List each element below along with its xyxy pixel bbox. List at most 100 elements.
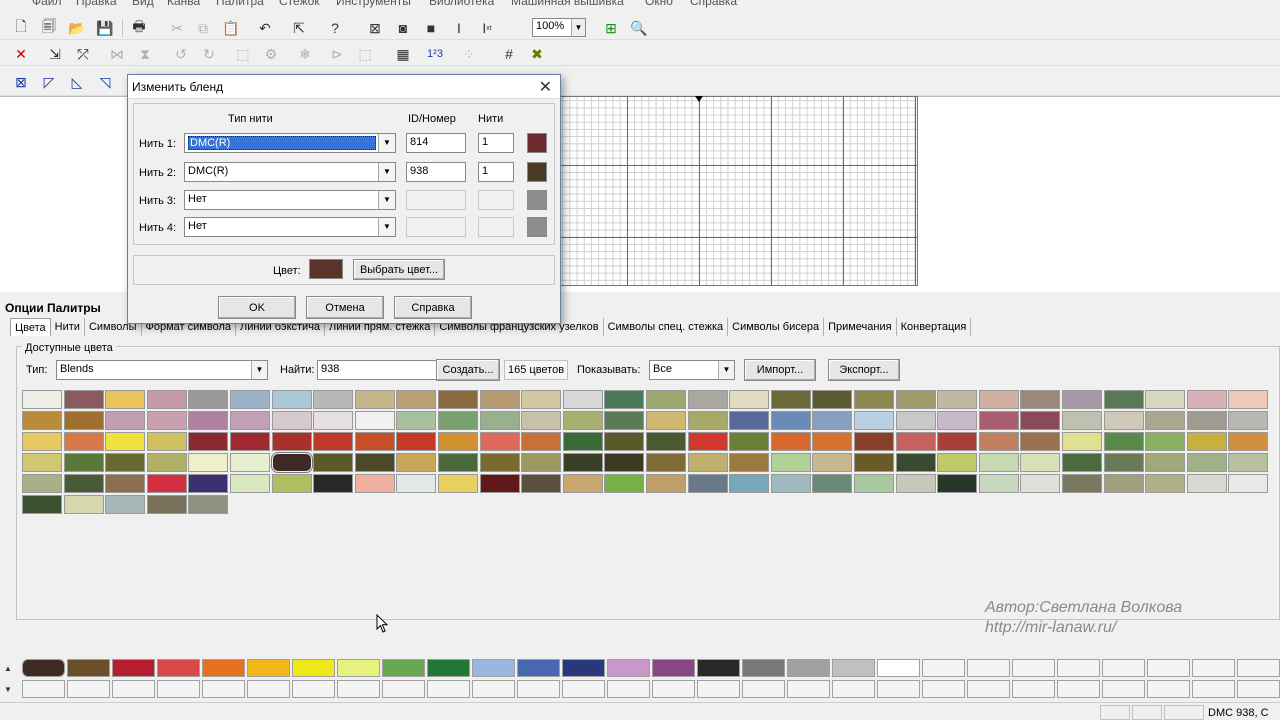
color-swatch[interactable] xyxy=(1186,453,1227,472)
palette-empty-cell[interactable] xyxy=(1102,680,1145,698)
color-swatch[interactable] xyxy=(63,432,104,451)
color-swatch[interactable] xyxy=(1186,474,1227,493)
palette-color-cell[interactable] xyxy=(427,659,470,677)
palette-color-cell[interactable] xyxy=(517,659,560,677)
scroll-down-icon[interactable]: ▼ xyxy=(2,680,14,699)
color-swatch[interactable] xyxy=(729,474,770,493)
color-swatch[interactable] xyxy=(937,411,978,430)
settings-icon[interactable]: ⚙ xyxy=(260,44,282,64)
palette-empty-cell[interactable] xyxy=(922,659,965,677)
color-swatch[interactable] xyxy=(1062,474,1102,493)
numbering-icon[interactable]: 1²3 xyxy=(424,44,446,64)
palette-color-cell[interactable] xyxy=(877,659,920,677)
palette-color-cell[interactable] xyxy=(832,659,875,677)
thread-strands-input[interactable] xyxy=(478,217,514,237)
color-swatch[interactable] xyxy=(895,411,936,430)
zoom-select[interactable]: 100% ▼ xyxy=(532,18,586,37)
color-swatch[interactable] xyxy=(63,390,104,409)
copy-icon[interactable]: ⧉ xyxy=(192,18,214,38)
color-swatch[interactable] xyxy=(854,474,894,493)
palette-color-cell[interactable] xyxy=(292,659,335,677)
color-swatch[interactable] xyxy=(63,495,104,514)
help-icon[interactable]: ? xyxy=(324,18,346,38)
palette-empty-cell[interactable] xyxy=(22,680,65,698)
color-swatch[interactable] xyxy=(854,390,894,409)
palette-empty-cell[interactable] xyxy=(517,680,560,698)
color-swatch[interactable] xyxy=(22,453,62,472)
selected-color-swatch[interactable] xyxy=(271,453,312,472)
menu-item[interactable]: Правка xyxy=(76,0,117,8)
paste-icon[interactable]: 📋 xyxy=(220,18,242,38)
color-swatch[interactable] xyxy=(1020,390,1061,409)
palette-empty-cell[interactable] xyxy=(427,680,470,698)
color-swatch[interactable] xyxy=(438,474,478,493)
color-swatch[interactable] xyxy=(230,453,270,472)
palette-empty-cell[interactable] xyxy=(877,680,920,698)
color-swatch[interactable] xyxy=(438,390,478,409)
tab-7[interactable]: Символы спец. стежка xyxy=(604,318,729,336)
fit-page-icon[interactable]: ⊞ xyxy=(600,18,622,38)
color-swatch[interactable] xyxy=(479,411,520,430)
palette-empty-cell[interactable] xyxy=(562,680,605,698)
palette-empty-cell[interactable] xyxy=(1012,680,1055,698)
color-swatch[interactable] xyxy=(770,390,811,409)
color-swatch[interactable] xyxy=(396,432,437,451)
color-swatch[interactable] xyxy=(521,390,562,409)
color-swatch[interactable] xyxy=(354,432,395,451)
color-swatch[interactable] xyxy=(604,474,645,493)
color-swatch[interactable] xyxy=(1228,453,1269,472)
menu-item[interactable]: Машинная вышивка xyxy=(511,0,624,8)
color-swatch[interactable] xyxy=(1145,390,1186,409)
color-swatch[interactable] xyxy=(313,453,354,472)
chevron-down-icon[interactable]: ▼ xyxy=(718,361,734,379)
zoom-icon[interactable]: 🔍 xyxy=(628,18,650,38)
close-icon[interactable]: ✕ xyxy=(539,77,552,97)
color-swatch[interactable] xyxy=(146,411,187,430)
color-swatch[interactable] xyxy=(646,390,686,409)
cut-icon[interactable]: ✂ xyxy=(166,18,188,38)
palette-empty-cell[interactable] xyxy=(1192,680,1235,698)
select-color-icon[interactable]: ⇲ xyxy=(44,44,66,64)
color-swatch[interactable] xyxy=(1103,390,1144,409)
color-swatch[interactable] xyxy=(438,411,478,430)
color-swatch[interactable] xyxy=(562,432,603,451)
palette-empty-cell[interactable] xyxy=(967,659,1010,677)
type-select[interactable]: Blends ▼ xyxy=(56,360,268,380)
delete-icon[interactable]: ✕ xyxy=(10,44,32,64)
palette-empty-cell[interactable] xyxy=(742,680,785,698)
color-swatch[interactable] xyxy=(438,432,478,451)
color-swatch[interactable] xyxy=(479,390,520,409)
palette-color-cell[interactable] xyxy=(787,659,830,677)
palette-color-cell[interactable] xyxy=(607,659,650,677)
palette-empty-cell[interactable] xyxy=(202,680,245,698)
chevron-down-icon[interactable]: ▼ xyxy=(378,191,395,209)
color-swatch[interactable] xyxy=(105,474,146,493)
color-swatch[interactable] xyxy=(687,474,728,493)
export-image-icon[interactable]: ⇱ xyxy=(288,18,310,38)
color-swatch[interactable] xyxy=(271,432,312,451)
color-swatch[interactable] xyxy=(770,411,811,430)
grid-icon[interactable]: # xyxy=(498,44,520,64)
quarter-stitch-icon[interactable]: ◺ xyxy=(66,72,88,92)
palette-empty-cell[interactable] xyxy=(247,680,290,698)
color-swatch[interactable] xyxy=(1186,432,1227,451)
palette-color-cell[interactable] xyxy=(562,659,605,677)
color-swatch[interactable] xyxy=(146,474,187,493)
flip-icon[interactable]: ⊳ xyxy=(326,44,348,64)
color-swatch[interactable] xyxy=(812,411,853,430)
color-swatch[interactable] xyxy=(812,474,853,493)
color-swatch[interactable] xyxy=(1145,453,1186,472)
color-swatch[interactable] xyxy=(1145,432,1186,451)
color-swatch[interactable] xyxy=(396,390,437,409)
color-swatch[interactable] xyxy=(354,390,395,409)
thread-type-select[interactable]: Нет ▼ xyxy=(184,190,396,210)
palette-color-cell[interactable] xyxy=(697,659,740,677)
color-swatch[interactable] xyxy=(646,474,686,493)
color-swatch[interactable] xyxy=(812,432,853,451)
save-icon[interactable]: 💾 xyxy=(94,18,116,38)
color-swatch[interactable] xyxy=(1186,411,1227,430)
rotate-left-icon[interactable]: ↺ xyxy=(170,44,192,64)
ok-button[interactable]: OK xyxy=(218,296,296,319)
pattern-grid[interactable] xyxy=(560,96,918,286)
color-swatch[interactable] xyxy=(854,411,894,430)
